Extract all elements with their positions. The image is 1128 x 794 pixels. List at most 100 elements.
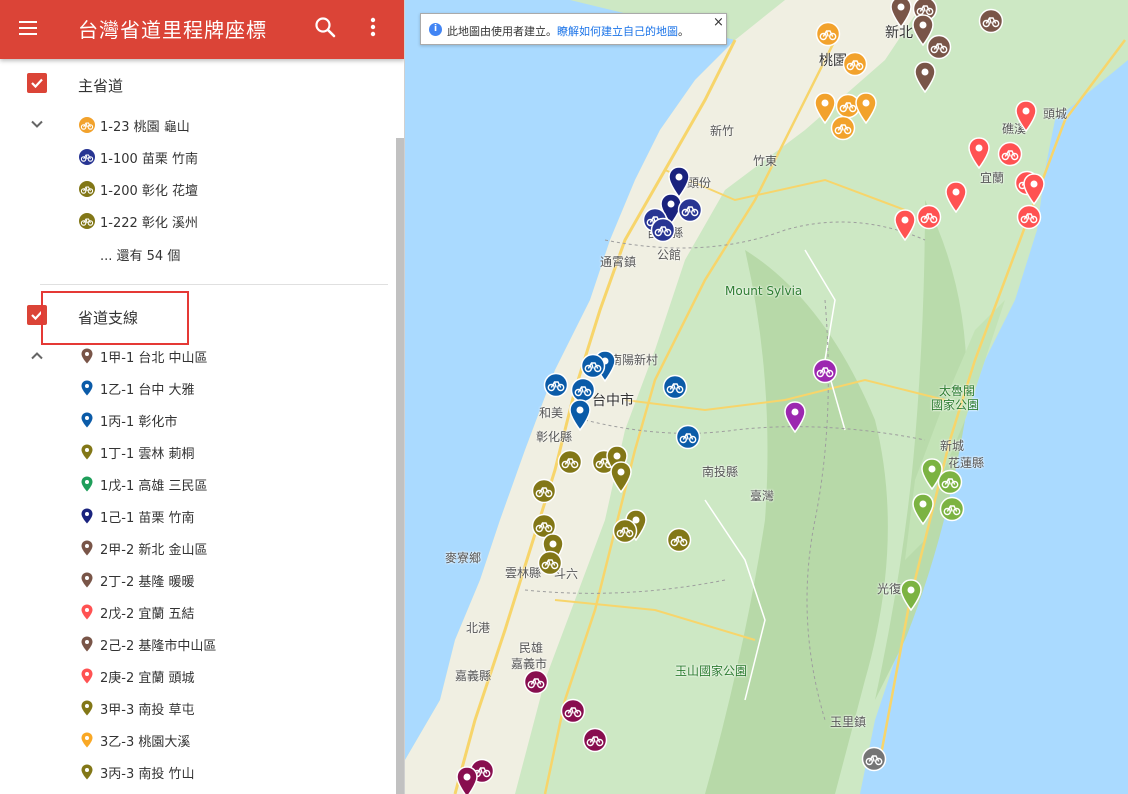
layer-list: 主省道 1-23 桃園 龜山 1-100 苗栗 竹南 1-200 彰化 花壇 1-22… [0, 59, 395, 794]
list-item[interactable]: 1丁-1 雲林 莿桐 [60, 437, 380, 467]
bicycle-marker[interactable] [523, 669, 549, 699]
bicycle-marker[interactable] [939, 496, 965, 526]
map-pin-marker[interactable] [967, 137, 991, 173]
list-item-label: 3甲-3 南投 草屯 [100, 703, 195, 718]
list-item[interactable]: 2戊-2 宜蘭 五結 [60, 597, 380, 627]
bicycle-marker[interactable] [812, 358, 838, 388]
map-pin-marker[interactable] [455, 766, 479, 794]
map-pin-marker[interactable] [911, 493, 935, 529]
map-place-label: 新竹 [710, 124, 735, 138]
map-pin-marker[interactable] [893, 209, 917, 245]
divider [40, 284, 388, 285]
map-pin-icon [78, 379, 96, 397]
map-pin-icon [78, 571, 96, 589]
map-pin-marker[interactable] [609, 461, 633, 497]
bicycle-marker[interactable] [842, 51, 868, 81]
list-item-label: 1乙-1 台中 大雅 [100, 383, 195, 398]
annotation-highlight-box [41, 291, 189, 345]
more-items-link[interactable]: ... 還有 54 個 [100, 245, 180, 264]
chevron-down-icon[interactable] [27, 114, 47, 134]
list-item[interactable]: 1-222 彰化 溪州 [60, 206, 380, 236]
map-pin-icon [78, 347, 96, 365]
bicycle-marker[interactable] [937, 469, 963, 499]
bicycle-marker[interactable] [677, 197, 703, 227]
bicycle-marker[interactable] [531, 478, 557, 508]
list-item[interactable]: 2己-2 基隆市中山區 [60, 629, 380, 659]
bicycle-marker[interactable] [650, 217, 676, 247]
map-place-label: 竹東 [753, 154, 778, 168]
bicycle-marker[interactable] [543, 372, 569, 402]
map-pin-icon [78, 475, 96, 493]
layer-checkbox[interactable] [27, 73, 47, 93]
map-pin-marker[interactable] [889, 0, 913, 32]
bicycle-marker[interactable] [978, 8, 1004, 38]
list-item-label: 2己-2 基隆市中山區 [100, 639, 217, 654]
bicycle-marker-icon [78, 180, 96, 198]
bicycle-marker[interactable] [582, 727, 608, 757]
bicycle-marker[interactable] [861, 746, 887, 776]
bicycle-marker[interactable] [997, 141, 1023, 171]
map-place-label: Mount Sylvia [725, 284, 803, 298]
list-item[interactable]: 1戊-1 高雄 三民區 [60, 469, 380, 499]
map-place-label: 嘉義縣 [455, 669, 492, 683]
map-pin-icon [78, 603, 96, 621]
bicycle-marker[interactable] [557, 449, 583, 479]
list-item[interactable]: 1甲-1 台北 中山區 [60, 341, 380, 371]
bicycle-marker[interactable] [916, 204, 942, 234]
map-pin-marker[interactable] [911, 14, 935, 50]
map-canvas[interactable]: i 此地圖由使用者建立。瞭解如何建立自己的地圖。 × 新北桃園新竹竹東頭份苗栗縣… [405, 0, 1128, 794]
layer-title: 主省道 [78, 77, 124, 95]
map-place-label: 和美 [539, 406, 564, 420]
map-place-label: 光復 [877, 582, 902, 596]
map-pin-icon [78, 763, 96, 781]
map-pin-marker[interactable] [783, 401, 807, 437]
learn-more-link[interactable]: 瞭解如何建立自己的地圖 [557, 25, 678, 38]
list-item[interactable]: 3乙-3 桃園大溪 [60, 725, 380, 755]
list-item[interactable]: 1丙-1 彰化市 [60, 405, 380, 435]
bicycle-marker[interactable] [815, 21, 841, 51]
scrollbar-thumb[interactable] [396, 138, 404, 794]
list-item[interactable]: 1-23 桃園 龜山 [60, 110, 380, 140]
user-created-map-notice: i 此地圖由使用者建立。瞭解如何建立自己的地圖。 × [420, 13, 727, 45]
map-pin-icon [78, 699, 96, 717]
layers-panel: 台灣省道里程牌座標 主省道 1-23 桃園 龜山 1-100 苗栗 竹南 1-200… [0, 0, 405, 794]
list-item[interactable]: 3甲-3 南投 草屯 [60, 693, 380, 723]
list-item[interactable]: 2丁-2 基隆 暖暖 [60, 565, 380, 595]
notice-text: 此地圖由使用者建立。瞭解如何建立自己的地圖。 [447, 25, 689, 38]
map-pin-marker[interactable] [568, 399, 592, 435]
bicycle-marker[interactable] [537, 550, 563, 580]
map-place-label: 台中市 [592, 393, 634, 409]
map-place-label: 公館 [657, 248, 682, 262]
bicycle-marker[interactable] [1016, 204, 1042, 234]
bicycle-marker[interactable] [560, 698, 586, 728]
chevron-up-icon[interactable] [27, 346, 47, 366]
list-item[interactable]: 1乙-1 台中 大雅 [60, 373, 380, 403]
more-vert-icon[interactable] [360, 14, 386, 42]
close-icon[interactable]: × [713, 15, 724, 30]
map-pin-icon [78, 507, 96, 525]
list-item[interactable]: 2庚-2 宜蘭 頭城 [60, 661, 380, 691]
bicycle-marker[interactable] [666, 527, 692, 557]
map-place-label: 新城 [940, 439, 965, 453]
bicycle-marker[interactable] [675, 424, 701, 454]
menu-icon[interactable] [16, 16, 42, 42]
map-place-label: 頭城 [1043, 107, 1068, 121]
list-item-label: 1丁-1 雲林 莿桐 [100, 447, 195, 462]
bicycle-marker[interactable] [830, 115, 856, 145]
list-item[interactable]: 1-200 彰化 花壇 [60, 174, 380, 204]
bicycle-marker[interactable] [662, 374, 688, 404]
bicycle-marker[interactable] [612, 518, 638, 548]
list-item[interactable]: 2甲-2 新北 金山區 [60, 533, 380, 563]
map-pin-marker[interactable] [1014, 100, 1038, 136]
list-item[interactable]: 3丙-3 南投 竹山 [60, 757, 380, 787]
map-pin-marker[interactable] [899, 579, 923, 615]
map-pin-marker[interactable] [913, 61, 937, 97]
list-item[interactable]: 1己-1 苗栗 竹南 [60, 501, 380, 531]
map-place-label: 南投縣 [702, 465, 739, 479]
list-item-label: 2丁-2 基隆 暖暖 [100, 575, 195, 590]
search-icon[interactable] [312, 14, 340, 42]
list-item[interactable]: 1-100 苗栗 竹南 [60, 142, 380, 172]
map-place-label: 南陽新村 [610, 353, 659, 367]
map-pin-marker[interactable] [944, 181, 968, 217]
map-pin-marker[interactable] [854, 92, 878, 128]
